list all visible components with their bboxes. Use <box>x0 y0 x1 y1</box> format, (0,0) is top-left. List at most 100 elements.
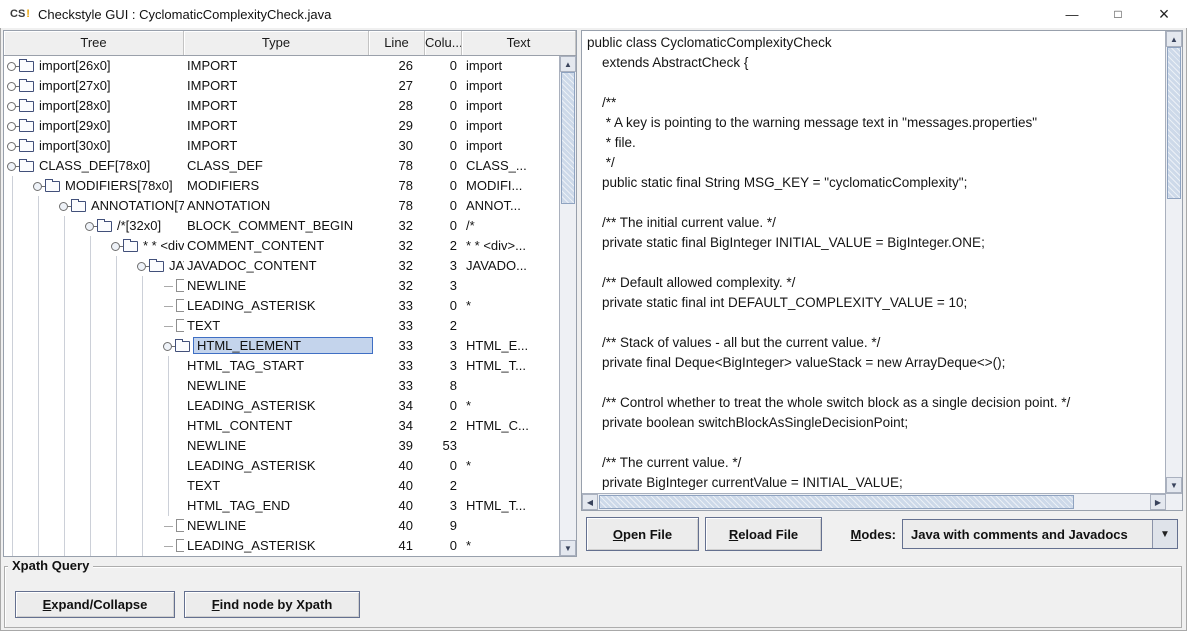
find-node-by-xpath-button[interactable]: Find node by Xpath <box>184 591 360 618</box>
expander-icon[interactable] <box>110 236 123 256</box>
code-vertical-scrollbar[interactable]: ▲ ▼ <box>1165 31 1182 493</box>
cell-col: 0 <box>425 96 462 116</box>
table-row[interactable]: import[29x0] IMPORT 29 0 import <box>4 116 559 136</box>
code-line <box>587 373 1165 393</box>
expander-icon[interactable] <box>6 116 19 136</box>
code-horizontal-scrollbar[interactable]: ◀ ▶ <box>582 493 1182 510</box>
table-row[interactable]: HTML_TAG_START HTML_TAG_START 33 3 HTML_… <box>4 356 559 376</box>
code-area[interactable]: public class CyclomaticComplexityCheck e… <box>582 31 1165 493</box>
modes-combobox[interactable]: Java with comments and Javadocs ▼ <box>902 519 1178 549</box>
tree-scroll-thumb[interactable] <box>561 72 575 204</box>
scroll-left-icon[interactable]: ◀ <box>582 494 598 510</box>
cell-line: 32 <box>369 256 425 276</box>
table-row[interactable]: MODIFIERS[78x0] MODIFIERS 78 0 MODIFI... <box>4 176 559 196</box>
table-row[interactable]: ANNOTATION[78x0] ANNOTATION 78 0 ANNOT..… <box>4 196 559 216</box>
expander-icon[interactable] <box>6 76 19 96</box>
code-vscroll-thumb[interactable] <box>1167 47 1181 199</box>
scroll-up-icon[interactable]: ▲ <box>560 56 576 72</box>
code-line: /** Stack of values - all but the curren… <box>587 333 1165 353</box>
table-row[interactable]: import[26x0] IMPORT 26 0 import <box>4 56 559 76</box>
column-header[interactable]: Colu... <box>425 31 462 55</box>
table-row[interactable]: NEWLINE NEWLINE 40 9 <box>4 516 559 536</box>
cell-col: 0 <box>425 176 462 196</box>
expander-icon[interactable] <box>84 216 97 236</box>
table-row[interactable]: * * <div>... COMMENT_CONTENT 32 2 * * <d… <box>4 236 559 256</box>
modes-label: Modes: <box>850 527 896 542</box>
chevron-down-icon[interactable]: ▼ <box>1152 520 1177 548</box>
expander-icon[interactable] <box>6 56 19 76</box>
expand-collapse-button[interactable]: Expand/Collapse <box>15 591 175 618</box>
scroll-down-icon[interactable]: ▼ <box>560 540 576 556</box>
tree-cell: ANNOTATION[78x0] <box>4 196 184 216</box>
table-row[interactable]: HTML_ELEMENT HTML_ELEMENT 33 3 HTML_E... <box>4 336 559 356</box>
table-row[interactable]: import[27x0] IMPORT 27 0 import <box>4 76 559 96</box>
cell-col: 0 <box>425 296 462 316</box>
expander-icon[interactable] <box>162 336 175 356</box>
scroll-right-icon[interactable]: ▶ <box>1150 494 1166 510</box>
tree-vertical-scrollbar[interactable]: ▲ ▼ <box>559 56 576 556</box>
tree-cell: LEADING_ASTERISK <box>4 456 184 476</box>
table-row[interactable]: LEADING_ASTERISK LEADING_ASTERISK 41 0 * <box>4 536 559 556</box>
document-icon <box>176 299 184 312</box>
maximize-button[interactable]: □ <box>1095 0 1141 28</box>
cell-col: 2 <box>425 476 462 496</box>
column-header[interactable]: Text <box>462 31 576 55</box>
code-hscroll-track[interactable] <box>598 494 1150 510</box>
folder-icon <box>71 201 86 212</box>
cell-line: 27 <box>369 76 425 96</box>
table-row[interactable]: NEWLINE NEWLINE 39 53 <box>4 436 559 456</box>
tree-node-label: ANNOTATION[78x0] <box>89 196 184 216</box>
scroll-down-icon[interactable]: ▼ <box>1166 477 1182 493</box>
cell-type: LEADING_ASTERISK <box>184 396 369 416</box>
tree-cell: HTML_TAG_END <box>4 496 184 516</box>
tree-indent <box>4 336 162 356</box>
cell-text <box>462 476 559 496</box>
document-icon <box>176 319 184 332</box>
expander-icon[interactable] <box>6 96 19 116</box>
cell-type: TEXT <box>184 476 369 496</box>
table-row[interactable]: LEADING_ASTERISK LEADING_ASTERISK 40 0 * <box>4 456 559 476</box>
code-line: public static final String MSG_KEY = "cy… <box>587 173 1165 193</box>
table-row[interactable]: JAVADOC_CONTENT JAVADOC_CONTENT 32 3 JAV… <box>4 256 559 276</box>
expander-icon[interactable] <box>6 156 19 176</box>
code-hscroll-thumb[interactable] <box>599 495 1074 509</box>
app-icon-accent: ! <box>26 8 30 20</box>
cell-line: 33 <box>369 376 425 396</box>
tree-indent <box>4 316 162 336</box>
reload-file-button[interactable]: Reload File <box>705 517 822 551</box>
column-header[interactable]: Type <box>184 31 369 55</box>
expander-icon[interactable] <box>136 256 149 276</box>
table-row[interactable]: HTML_TAG_END HTML_TAG_END 40 3 HTML_T... <box>4 496 559 516</box>
cell-line: 39 <box>369 436 425 456</box>
table-row[interactable]: TEXT TEXT 40 2 <box>4 476 559 496</box>
tree-node-label: HTML_ELEMENT <box>193 337 373 354</box>
open-file-button[interactable]: Open File <box>586 517 699 551</box>
table-row[interactable]: LEADING_ASTERISK LEADING_ASTERISK 34 0 * <box>4 396 559 416</box>
table-row[interactable]: TEXT TEXT 33 2 <box>4 316 559 336</box>
xpath-panel-title: Xpath Query <box>8 558 93 573</box>
table-row[interactable]: import[28x0] IMPORT 28 0 import <box>4 96 559 116</box>
tree-scroll-track[interactable] <box>560 72 576 540</box>
table-row[interactable]: LEADING_ASTERISK LEADING_ASTERISK 33 0 * <box>4 296 559 316</box>
table-row[interactable]: HTML_CONTENT HTML_CONTENT 34 2 HTML_C... <box>4 416 559 436</box>
folder-icon <box>19 61 34 72</box>
tree-node-label: MODIFIERS[78x0] <box>63 176 173 196</box>
cell-type: NEWLINE <box>184 276 369 296</box>
cell-type: TEXT <box>184 316 369 336</box>
scroll-up-icon[interactable]: ▲ <box>1166 31 1182 47</box>
table-row[interactable]: import[30x0] IMPORT 30 0 import <box>4 136 559 156</box>
column-header[interactable]: Tree <box>4 31 184 55</box>
code-vscroll-track[interactable] <box>1166 47 1182 477</box>
table-row[interactable]: /*[32x0] BLOCK_COMMENT_BEGIN 32 0 /* <box>4 216 559 236</box>
expander-icon[interactable] <box>32 176 45 196</box>
expander-icon[interactable] <box>58 196 71 216</box>
close-button[interactable]: × <box>1141 0 1187 28</box>
table-row[interactable]: NEWLINE NEWLINE 32 3 <box>4 276 559 296</box>
column-header[interactable]: Line <box>369 31 425 55</box>
table-row[interactable]: CLASS_DEF[78x0] CLASS_DEF 78 0 CLASS_... <box>4 156 559 176</box>
cell-type: NEWLINE <box>184 376 369 396</box>
table-row[interactable]: NEWLINE NEWLINE 33 8 <box>4 376 559 396</box>
expander-icon[interactable] <box>6 136 19 156</box>
minimize-button[interactable]: — <box>1049 0 1095 28</box>
cell-line: 34 <box>369 416 425 436</box>
